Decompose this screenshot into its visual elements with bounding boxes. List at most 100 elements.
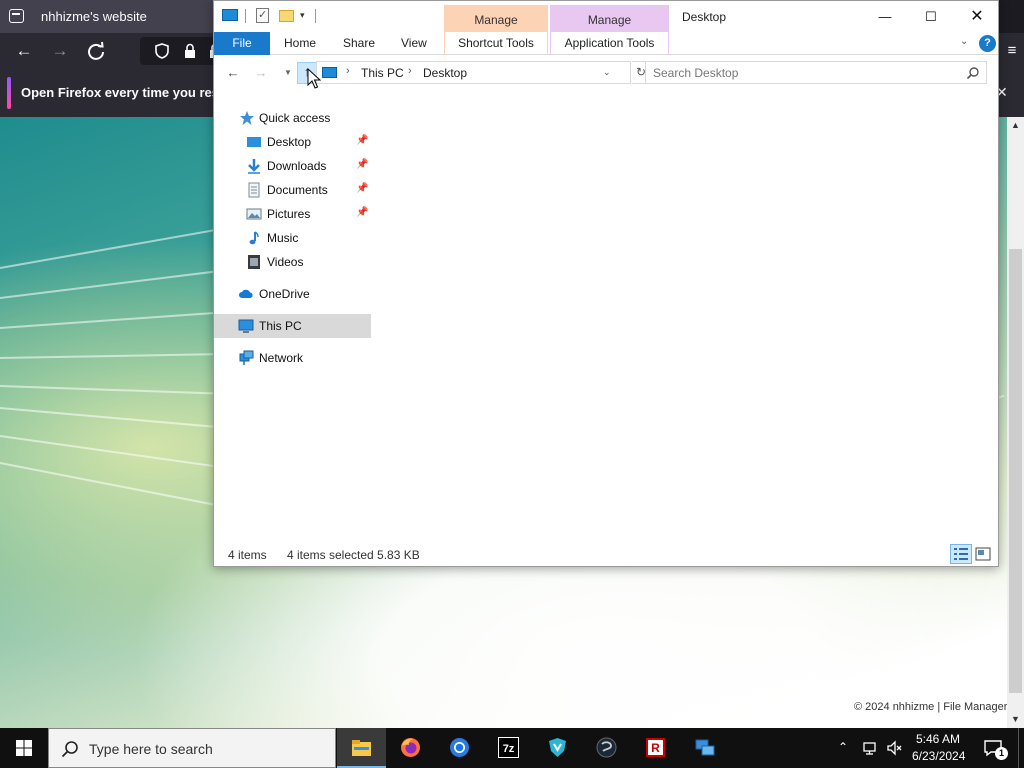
new-folder-icon[interactable]	[279, 10, 294, 22]
lock-icon[interactable]	[184, 43, 196, 59]
properties-icon[interactable]	[256, 8, 269, 23]
taskbar-app-steam[interactable]	[582, 728, 631, 768]
tab-shortcut-tools[interactable]: Shortcut Tools	[444, 32, 548, 55]
volume-muted-icon[interactable]	[886, 740, 902, 756]
pin-icon[interactable]: 📌	[356, 159, 368, 170]
nav-label: OneDrive	[259, 287, 310, 301]
tab-favicon-icon	[9, 9, 24, 23]
application-tools-header: Manage	[550, 5, 669, 32]
taskbar-app-roblox-studio[interactable]: R	[631, 728, 680, 768]
pin-icon[interactable]: 📌	[356, 207, 368, 218]
mouse-cursor-icon	[307, 68, 321, 89]
nav-label: Downloads	[267, 159, 327, 173]
network-app-icon	[695, 739, 715, 756]
network-icon	[239, 350, 254, 365]
address-history-icon[interactable]: ⌄	[603, 67, 611, 78]
browser-tab[interactable]: nhhizme's website	[0, 0, 215, 33]
taskbar-app-7zip[interactable]: 7z	[484, 728, 533, 768]
taskbar-app-vpn[interactable]	[533, 728, 582, 768]
file-explorer-window: ▾ Manage Manage Desktop — ☐ ✕ File Home …	[213, 0, 999, 567]
nav-item-downloads[interactable]: Downloads 📌	[214, 154, 371, 178]
videos-icon	[248, 255, 260, 269]
nav-label: Desktop	[267, 135, 312, 149]
breadcrumb-chevron-icon[interactable]: ›	[346, 65, 350, 77]
nav-item-documents[interactable]: Documents 📌	[214, 178, 371, 202]
details-view-button[interactable]	[950, 544, 972, 564]
notification-accent	[7, 77, 11, 109]
pin-icon[interactable]: 📌	[356, 135, 368, 146]
taskbar-app-firefox[interactable]	[386, 728, 435, 768]
roblox-studio-icon: R	[646, 738, 665, 757]
start-button[interactable]	[0, 728, 48, 768]
breadcrumb-chevron-icon[interactable]: ›	[408, 65, 412, 77]
maximize-button[interactable]: ☐	[908, 1, 954, 32]
clock-time[interactable]: 5:46 AM	[916, 732, 960, 746]
nav-label: Videos	[267, 255, 304, 269]
onedrive-cloud-icon	[239, 289, 253, 298]
nav-network[interactable]: Network	[214, 346, 371, 370]
tracking-shield-icon[interactable]	[155, 43, 169, 59]
windows-logo-icon	[16, 740, 32, 756]
address-bar[interactable]: › This PC › Desktop ⌄	[316, 61, 631, 84]
nav-item-pictures[interactable]: Pictures 📌	[214, 202, 371, 226]
ribbon-tab-bar: File Home Share View Shortcut Tools Appl…	[214, 32, 998, 55]
search-icon[interactable]	[966, 66, 980, 80]
show-hidden-icons-icon[interactable]: ⌃	[838, 740, 848, 754]
close-button[interactable]: ✕	[954, 1, 998, 32]
taskbar-search-box[interactable]: Type here to search	[48, 728, 336, 768]
file-list-pane[interactable]	[371, 91, 998, 541]
back-arrow-icon[interactable]: ←	[224, 64, 242, 82]
forward-arrow-icon[interactable]: →	[252, 64, 270, 82]
shortcut-tools-header: Manage	[444, 5, 548, 32]
taskbar-app-network[interactable]	[680, 728, 729, 768]
customize-qat-icon[interactable]: ▾	[300, 10, 305, 21]
pin-icon[interactable]: 📌	[356, 183, 368, 194]
network-tray-icon[interactable]	[862, 740, 878, 756]
tab-home[interactable]: Home	[284, 32, 316, 55]
page-scrollbar[interactable]: ▲ ▼	[1007, 117, 1024, 728]
browser-reload-icon[interactable]	[85, 40, 107, 62]
downloads-icon	[248, 159, 260, 174]
nav-item-videos[interactable]: Videos	[214, 250, 371, 274]
nav-this-pc[interactable]: This PC	[214, 314, 371, 338]
firefox-icon	[401, 738, 420, 757]
browser-forward-icon[interactable]: →	[49, 40, 71, 62]
tab-application-tools[interactable]: Application Tools	[550, 32, 669, 55]
nav-label: Documents	[267, 183, 328, 197]
expand-ribbon-icon[interactable]: ⌄	[960, 36, 968, 47]
nav-item-desktop[interactable]: Desktop 📌	[214, 130, 371, 154]
tab-list-button[interactable]	[1000, 0, 1024, 33]
help-icon[interactable]: ?	[979, 35, 996, 52]
tab-file[interactable]: File	[214, 32, 270, 55]
this-pc-icon	[222, 9, 238, 21]
tab-view[interactable]: View	[401, 32, 427, 55]
clock-date[interactable]: 6/23/2024	[912, 749, 965, 763]
browser-back-icon[interactable]: ←	[13, 40, 35, 62]
large-icons-view-icon[interactable]	[975, 546, 991, 562]
tab-share[interactable]: Share	[343, 32, 375, 55]
scroll-down-icon[interactable]: ▼	[1007, 711, 1024, 728]
nav-onedrive[interactable]: OneDrive	[214, 282, 371, 306]
nav-quick-access[interactable]: Quick access	[214, 106, 371, 130]
title-bar[interactable]: ▾ Manage Manage Desktop — ☐ ✕	[214, 1, 998, 32]
file-explorer-icon	[352, 740, 371, 756]
search-input[interactable]	[646, 62, 962, 83]
search-box[interactable]	[645, 61, 987, 84]
browser-menu-icon[interactable]: ≡	[1000, 33, 1024, 69]
scrollbar-thumb[interactable]	[1009, 249, 1022, 693]
context-tab-label: Manage	[587, 13, 632, 27]
scroll-up-icon[interactable]: ▲	[1007, 117, 1024, 134]
breadcrumb-desktop[interactable]: Desktop	[423, 66, 467, 80]
recent-locations-icon[interactable]: ▼	[279, 64, 297, 82]
taskbar-app-file-explorer[interactable]	[337, 728, 386, 768]
notification-count-badge: 1	[995, 747, 1008, 760]
breadcrumb-this-pc[interactable]: This PC	[361, 66, 404, 80]
steam-icon	[596, 737, 617, 758]
show-desktop-button[interactable]	[1018, 728, 1024, 768]
selection-info: 4 items selected 5.83 KB	[287, 548, 420, 562]
url-bar[interactable]	[140, 37, 220, 65]
minimize-button[interactable]: —	[862, 1, 908, 32]
nav-item-music[interactable]: Music	[214, 226, 371, 250]
navigation-bar: ← → ▼ ↑ › This PC › Desktop ⌄ ↻	[214, 55, 998, 91]
taskbar-app-chrome[interactable]	[435, 728, 484, 768]
